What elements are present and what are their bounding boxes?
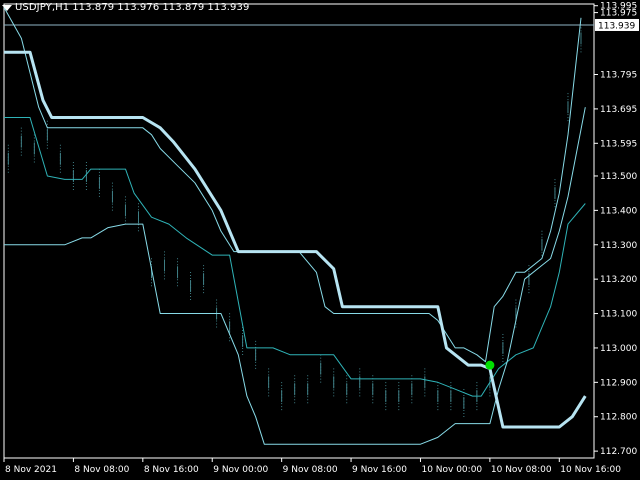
upper-band-series — [3, 7, 582, 363]
thick-line-series — [4, 50, 587, 429]
dropdown-triangle-icon[interactable] — [2, 4, 12, 11]
chart-canvas[interactable]: 113.995113.975113.795113.695113.595113.5… — [0, 0, 640, 480]
x-tick-label: 9 Nov 00:00 — [213, 465, 268, 475]
price-chart[interactable]: 113.995 113.975 113.795 113.695 113.595 113.5… — [0, 0, 640, 480]
y-tick-label: 113.795 — [600, 71, 637, 81]
high-value: 113.976 — [117, 2, 160, 13]
close-value: 113.939 — [207, 2, 250, 13]
y-tick-label: 113.400 — [600, 206, 637, 216]
y-tick-label: 112.800 — [600, 413, 637, 423]
y-tick-label: 112.900 — [600, 378, 637, 388]
x-tick-label: 8 Nov 16:00 — [144, 465, 199, 475]
plot-frame — [3, 3, 595, 459]
x-tick-label: 8 Nov 08:00 — [74, 465, 129, 475]
y-tick-label: 113.695 — [600, 105, 637, 115]
y-tick-label: 113.000 — [600, 344, 637, 354]
y-tick-label: 112.700 — [600, 447, 637, 457]
y-tick-label: 113.975 — [600, 9, 637, 19]
x-tick-label: 8 Nov 2021 — [5, 465, 57, 475]
y-tick-label: 113.595 — [600, 139, 637, 149]
x-tick-label: 10 Nov 00:00 — [421, 465, 482, 475]
signal-dot — [485, 360, 495, 370]
open-value: 113.879 — [72, 2, 115, 13]
y-tick-label: 113.200 — [600, 275, 637, 285]
current-price-tag-label: 113.939 — [598, 21, 635, 31]
x-tick-label: 10 Nov 08:00 — [491, 465, 552, 475]
low-value: 113.879 — [162, 2, 205, 13]
symbol-label: USDJPY,H1 — [15, 2, 70, 13]
y-tick-label: 113.500 — [600, 172, 637, 182]
x-tick-label: 10 Nov 16:00 — [560, 465, 621, 475]
midline-series — [4, 117, 586, 397]
x-tick-label: 9 Nov 16:00 — [352, 465, 407, 475]
y-tick-label: 113.100 — [600, 310, 637, 320]
x-tick-label: 9 Nov 08:00 — [283, 465, 338, 475]
chart-header: USDJPY,H1 113.879 113.976 113.879 113.93… — [2, 2, 249, 13]
y-tick-label: 113.300 — [600, 241, 637, 251]
